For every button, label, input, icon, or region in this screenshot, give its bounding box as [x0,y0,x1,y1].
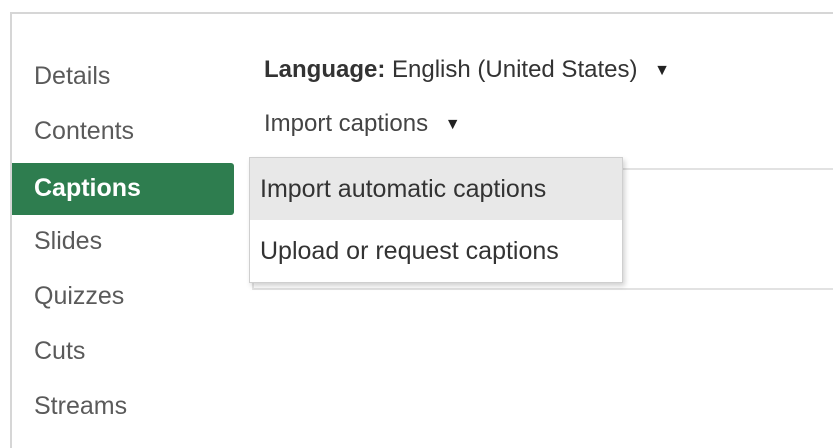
sidebar-item-slides[interactable]: Slides [12,217,234,272]
sidebar-nav: Details Contents Captions Slides Quizzes… [12,52,234,437]
menu-item-import-automatic-captions[interactable]: Import automatic captions [250,158,622,220]
caret-down-icon: ▼ [444,115,461,133]
sidebar-item-streams[interactable]: Streams [12,382,234,437]
top-border [10,12,833,14]
language-label: Language: [264,56,386,83]
sidebar-item-contents[interactable]: Contents [12,107,234,162]
captions-settings-window: Details Contents Captions Slides Quizzes… [0,0,833,448]
sidebar-item-captions[interactable]: Captions [12,163,234,215]
caret-down-icon: ▼ [654,61,670,79]
sidebar-item-details[interactable]: Details [12,52,234,107]
import-captions-dropdown[interactable]: Import captions ▼ [264,104,461,144]
import-captions-label: Import captions [264,110,429,137]
language-selector[interactable]: Language: English (United States) ▼ [264,50,670,90]
sidebar-item-quizzes[interactable]: Quizzes [12,272,234,327]
language-value: English (United States) [392,56,638,83]
import-captions-menu: Import automatic captions Upload or requ… [249,157,623,283]
sidebar-item-cuts[interactable]: Cuts [12,327,234,382]
menu-item-upload-or-request-captions[interactable]: Upload or request captions [250,220,622,282]
